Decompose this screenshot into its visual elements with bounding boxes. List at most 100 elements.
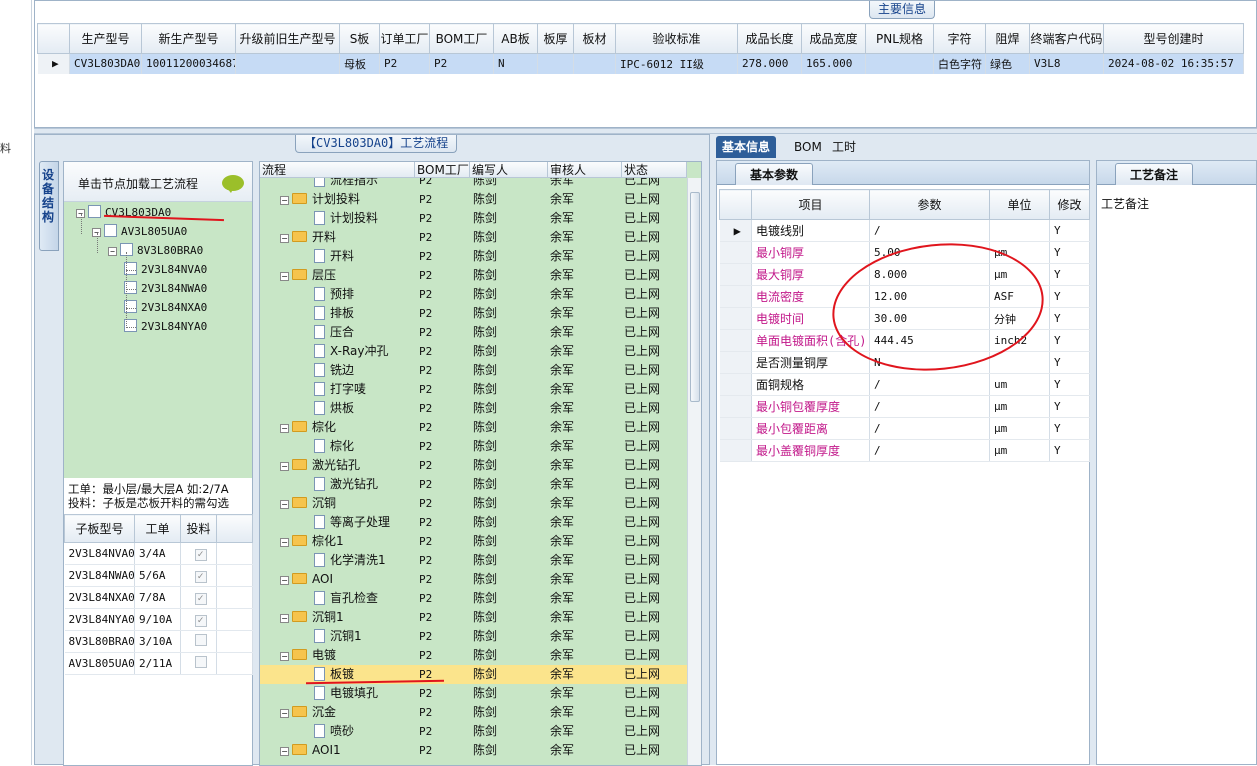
model-cell[interactable] <box>537 53 574 74</box>
sub-job-cell[interactable]: 3/10A <box>134 630 181 653</box>
flow-writer-cell[interactable]: 陈剑 <box>473 361 497 380</box>
model-col-header[interactable]: 成品宽度 <box>801 23 866 54</box>
param-mod-cell[interactable]: Y <box>1049 373 1090 396</box>
model-col-header[interactable]: 成品长度 <box>737 23 802 54</box>
model-col-header[interactable]: 型号创建时 <box>1103 23 1244 54</box>
flow-row[interactable]: − AOI1 P2 陈剑 余军 已上网 <box>260 741 687 760</box>
flow-name-cell[interactable]: 打字唛 <box>314 380 366 399</box>
flow-writer-cell[interactable]: 陈剑 <box>473 209 497 228</box>
flow-name-cell[interactable]: 盲孔检查 <box>314 589 378 608</box>
flow-bom-cell[interactable]: P2 <box>419 266 432 285</box>
flow-checker-cell[interactable]: 余军 <box>550 361 574 380</box>
model-cell[interactable] <box>865 53 934 74</box>
flow-status-cell[interactable]: 已上网 <box>624 418 660 437</box>
collapse-icon[interactable]: − <box>108 247 117 256</box>
param-value-cell[interactable]: / <box>869 395 990 418</box>
sub-job-cell[interactable]: 5/6A <box>134 564 181 587</box>
param-name-cell[interactable]: 最小包覆距离 <box>751 417 870 440</box>
collapse-icon[interactable]: − <box>280 614 289 623</box>
param-mod-cell[interactable]: Y <box>1049 417 1090 440</box>
flow-writer-cell[interactable]: 陈剑 <box>473 494 497 513</box>
flow-bom-cell[interactable]: P2 <box>419 703 432 722</box>
flow-name-cell[interactable]: 铣边 <box>314 361 354 380</box>
feed-checkbox[interactable]: ✓ <box>194 592 207 605</box>
flow-name-cell[interactable]: − 层压 <box>280 266 336 285</box>
flow-bom-cell[interactable]: P2 <box>419 589 432 608</box>
param-name-cell[interactable]: 面铜规格 <box>751 373 870 396</box>
model-cell[interactable]: 165.000 <box>801 53 866 74</box>
sub-row[interactable]: 2V3L84NWA0 5/6A ✓ <box>64 564 253 587</box>
flow-name-cell[interactable]: 等离子处理 <box>314 513 390 532</box>
param-col-header[interactable]: 修改 <box>1049 189 1090 220</box>
flow-bom-cell[interactable]: P2 <box>419 228 432 247</box>
flow-writer-cell[interactable]: 陈剑 <box>473 741 497 760</box>
param-value-cell[interactable]: / <box>869 219 990 242</box>
flow-checker-cell[interactable]: 余军 <box>550 551 574 570</box>
model-cell[interactable]: CV3L803DA0 <box>69 53 142 74</box>
model-col-header[interactable]: 生产型号 <box>69 23 142 54</box>
flow-bom-cell[interactable]: P2 <box>419 475 432 494</box>
flow-status-cell[interactable]: 已上网 <box>624 456 660 475</box>
model-col-header[interactable]: BOM工厂 <box>429 23 494 54</box>
flow-checker-cell[interactable]: 余军 <box>550 418 574 437</box>
collapse-icon[interactable]: − <box>280 709 289 718</box>
model-cell[interactable]: N <box>493 53 538 74</box>
sub-model-cell[interactable]: 2V3L84NWA0 <box>64 564 135 587</box>
sub-col-header[interactable]: 工单 <box>134 514 181 543</box>
flow-writer-cell[interactable]: 陈剑 <box>473 190 497 209</box>
flow-row[interactable]: − AOI P2 陈剑 余军 已上网 <box>260 570 687 589</box>
flow-name-cell[interactable]: 烘板 <box>314 399 354 418</box>
flow-bom-cell[interactable]: P2 <box>419 361 432 380</box>
flow-writer-cell[interactable]: 陈剑 <box>473 532 497 551</box>
flow-name-cell[interactable]: − AOI <box>280 570 333 589</box>
param-row[interactable]: 最小铜包覆厚度 / μm Y <box>719 395 1090 418</box>
flow-name-cell[interactable]: 计划投料 <box>314 209 378 228</box>
flow-writer-cell[interactable]: 陈剑 <box>473 513 497 532</box>
sub-job-cell[interactable]: 9/10A <box>134 608 181 631</box>
model-col-header[interactable]: 订单工厂 <box>379 23 430 54</box>
param-unit-cell[interactable]: μm <box>989 417 1050 440</box>
param-unit-cell[interactable]: μm <box>989 439 1050 462</box>
flow-row[interactable]: 预排 P2 陈剑 余军 已上网 <box>260 285 687 304</box>
flow-writer-cell[interactable]: 陈剑 <box>473 437 497 456</box>
flow-writer-cell[interactable]: 陈剑 <box>473 304 497 323</box>
flow-checker-cell[interactable]: 余军 <box>550 456 574 475</box>
feed-checkbox[interactable] <box>194 634 207 646</box>
flow-writer-cell[interactable]: 陈剑 <box>473 646 497 665</box>
flow-status-cell[interactable]: 已上网 <box>624 513 660 532</box>
flow-writer-cell[interactable]: 陈剑 <box>473 342 497 361</box>
param-unit-cell[interactable] <box>989 219 1050 242</box>
sub-model-cell[interactable]: 2V3L84NYA0 <box>64 608 135 631</box>
flow-status-cell[interactable]: 已上网 <box>624 608 660 627</box>
flow-row[interactable]: 压合 P2 陈剑 余军 已上网 <box>260 323 687 342</box>
param-unit-cell[interactable]: um <box>989 373 1050 396</box>
feed-checkbox[interactable]: ✓ <box>194 614 207 627</box>
tree-node[interactable]: 2V3L84NWA0 <box>124 280 207 298</box>
flow-name-cell[interactable]: − 电镀 <box>280 646 336 665</box>
flow-row[interactable]: − 沉铜1 P2 陈剑 余军 已上网 <box>260 608 687 627</box>
flow-checker-cell[interactable]: 余军 <box>550 513 574 532</box>
param-col-header[interactable]: 单位 <box>989 189 1050 220</box>
flow-row[interactable]: 计划投料 P2 陈剑 余军 已上网 <box>260 209 687 228</box>
flow-checker-cell[interactable]: 余军 <box>550 209 574 228</box>
flow-row[interactable]: 盲孔检查 P2 陈剑 余军 已上网 <box>260 589 687 608</box>
tree-node[interactable]: 2V3L84NYA0 <box>124 318 207 336</box>
tree-node[interactable]: − AV3L805UA0 <box>92 223 187 241</box>
param-row[interactable]: 面铜规格 / um Y <box>719 373 1090 396</box>
scrollbar-thumb[interactable] <box>690 192 700 402</box>
flow-status-cell[interactable]: 已上网 <box>624 228 660 247</box>
info-tab[interactable]: 基本信息 <box>716 136 777 158</box>
flow-status-cell[interactable]: 已上网 <box>624 323 660 342</box>
flow-row[interactable]: 沉铜1 P2 陈剑 余军 已上网 <box>260 627 687 646</box>
flow-checker-cell[interactable]: 余军 <box>550 589 574 608</box>
flow-status-cell[interactable]: 已上网 <box>624 247 660 266</box>
collapse-icon[interactable]: − <box>280 234 289 243</box>
sub-model-cell[interactable]: 8V3L80BRA0 <box>64 630 135 653</box>
flow-row[interactable]: 打字唛 P2 陈剑 余军 已上网 <box>260 380 687 399</box>
flow-checker-cell[interactable]: 余军 <box>550 342 574 361</box>
param-name-cell[interactable]: 是否测量铜厚 <box>751 351 870 374</box>
flow-checker-cell[interactable]: 余军 <box>550 570 574 589</box>
model-col-header[interactable]: 终端客户代码 <box>1029 23 1104 54</box>
model-col-header[interactable]: AB板 <box>493 23 538 54</box>
collapse-icon[interactable]: − <box>280 576 289 585</box>
